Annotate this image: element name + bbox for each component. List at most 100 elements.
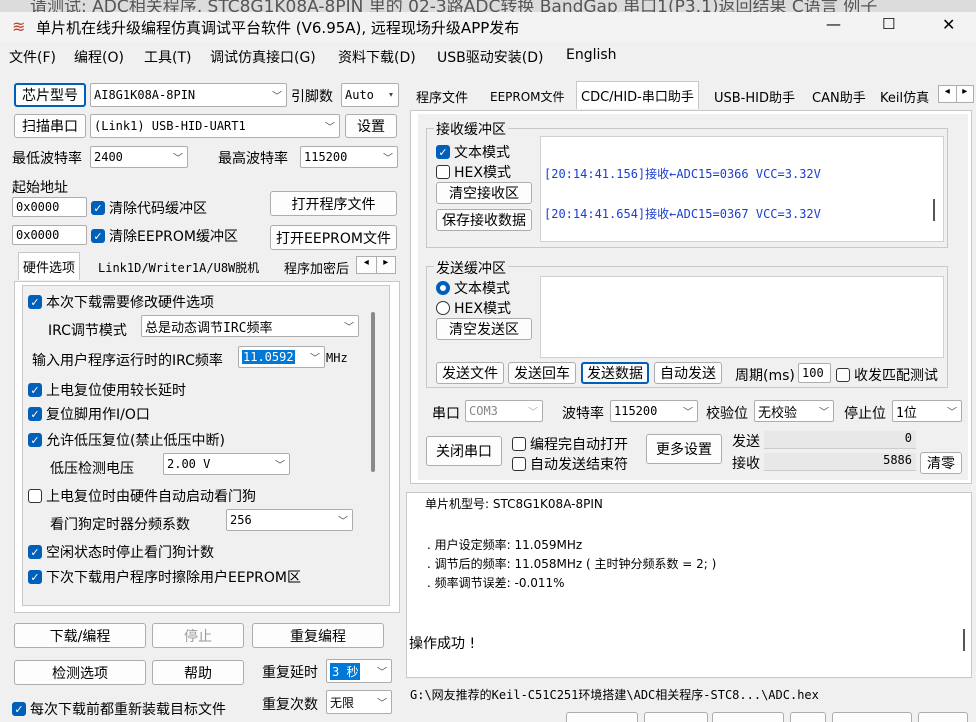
auto-send-button[interactable]: 自动发送 xyxy=(654,362,722,384)
tab-scroll-buttons[interactable]: ◂ ▸ xyxy=(356,256,396,274)
menu-debug[interactable]: 调试仿真接口(G) xyxy=(210,47,316,67)
wdt-div-select[interactable]: 256 ﹀ xyxy=(226,509,353,531)
help-button[interactable]: 帮助 xyxy=(152,660,244,685)
irc-freq-label: 输入用户程序运行时的IRC频率 xyxy=(32,353,223,369)
chevron-right-icon[interactable]: ▸ xyxy=(957,86,974,102)
receive-textarea[interactable]: [20:14:41.156]接收←ADC15=0366 VCC=3.32V [2… xyxy=(540,136,944,242)
baud-select[interactable]: 115200 ﹀ xyxy=(610,400,698,422)
more-settings-button[interactable]: 更多设置 xyxy=(646,434,722,464)
tab-hardware-options[interactable]: 硬件选项 xyxy=(18,252,81,280)
idle-wdt-checkbox[interactable]: ✓ 空闲状态时停止看门狗计数 xyxy=(28,542,214,562)
scrollbar-thumb[interactable] xyxy=(371,312,375,472)
send-hex-mode-radio[interactable]: HEX模式 xyxy=(436,298,511,318)
match-test-checkbox[interactable]: 收发匹配测试 xyxy=(836,365,938,385)
recv-hex-mode-checkbox[interactable]: HEX模式 xyxy=(436,162,511,182)
parity-value: 无校验 xyxy=(758,405,798,421)
parity-select[interactable]: 无校验 ﹀ xyxy=(754,400,834,422)
log-output[interactable]: 单片机型号: STC8G1K08A-8PIN . 用户设定频率: 11.059M… xyxy=(406,492,972,678)
chevron-down-icon: ﹀ xyxy=(377,698,387,710)
clear-send-button[interactable]: 清空发送区 xyxy=(436,318,532,340)
eeprom-address-value: 0x0000 xyxy=(16,228,60,242)
code-address-input[interactable]: 0x0000 xyxy=(12,197,87,217)
partial-button[interactable] xyxy=(566,712,638,722)
lvr-checkbox[interactable]: ✓ 允许低压复位(禁止低压中断) xyxy=(28,430,225,450)
irc-mode-select[interactable]: 总是动态调节IRC频率 ﹀ xyxy=(141,315,359,337)
send-data-button[interactable]: 发送数据 xyxy=(581,362,649,384)
reset-io-checkbox[interactable]: ✓ 复位脚用作I/O口 xyxy=(28,404,150,424)
power-delay-checkbox[interactable]: ✓ 上电复位使用较长延时 xyxy=(28,380,186,400)
pin-count-select[interactable]: Auto ▾ xyxy=(341,83,399,107)
settings-button[interactable]: 设置 xyxy=(345,114,397,138)
erase-eeprom-checkbox[interactable]: ✓ 下次下载用户程序时擦除用户EEPROM区 xyxy=(28,567,301,587)
tab-offline[interactable]: Link1D/Writer1A/U8W脱机 xyxy=(94,254,263,280)
menu-usb-driver[interactable]: USB驱动安装(D) xyxy=(437,47,543,67)
eeprom-address-input[interactable]: 0x0000 xyxy=(12,225,87,245)
modify-hw-checkbox[interactable]: ✓ 本次下载需要修改硬件选项 xyxy=(28,292,214,312)
port-select[interactable]: (Link1) USB-HID-UART1 ﹀ xyxy=(90,114,340,138)
save-receive-button[interactable]: 保存接收数据 xyxy=(436,209,532,231)
open-eeprom-button[interactable]: 打开EEPROM文件 xyxy=(270,225,397,250)
repeat-delay-select[interactable]: 3 秒 ﹀ xyxy=(326,659,392,683)
reload-each-checkbox[interactable]: ✓ 每次下载前都重新装载目标文件 xyxy=(12,699,226,719)
tab-can[interactable]: CAN助手 xyxy=(808,83,870,109)
lvd-select[interactable]: 2.00 V ﹀ xyxy=(163,453,290,475)
tab-serial-assistant[interactable]: CDC/HID-串口助手 xyxy=(576,81,699,109)
clear-count-button[interactable]: 清零 xyxy=(920,452,962,474)
partial-button[interactable] xyxy=(790,712,826,722)
auto-open-checkbox[interactable]: 编程完自动打开 xyxy=(512,434,628,454)
menu-file[interactable]: 文件(F) xyxy=(9,47,56,67)
partial-button[interactable] xyxy=(832,712,912,722)
tab-eeprom-file[interactable]: EEPROM文件 xyxy=(486,83,569,109)
chip-model-button[interactable]: 芯片型号 xyxy=(14,83,86,107)
clear-receive-button[interactable]: 清空接收区 xyxy=(436,182,532,204)
clear-eeprom-checkbox[interactable]: ✓ 清除EEPROM缓冲区 xyxy=(91,226,238,246)
open-program-button[interactable]: 打开程序文件 xyxy=(270,191,397,216)
partial-button[interactable] xyxy=(712,712,784,722)
chevron-left-icon[interactable]: ◂ xyxy=(939,86,957,102)
lvd-label: 低压检测电压 xyxy=(50,461,134,477)
stop-bits-label: 停止位 xyxy=(844,406,886,422)
recv-text-mode-checkbox[interactable]: ✓ 文本模式 xyxy=(436,142,510,162)
period-input[interactable]: 100 xyxy=(798,363,831,383)
tab-usb-hid[interactable]: USB-HID助手 xyxy=(710,83,799,109)
chip-model-select[interactable]: AI8G1K08A-8PIN ﹀ xyxy=(90,83,287,107)
maximize-button[interactable]: ☐ xyxy=(882,15,895,33)
close-port-button[interactable]: 关闭串口 xyxy=(426,436,502,466)
baud-value: 115200 xyxy=(614,404,658,418)
menu-english[interactable]: English xyxy=(566,47,617,63)
port-com-select[interactable]: COM3 ﹀ xyxy=(465,400,543,422)
repeat-count-select[interactable]: 无限 ﹀ xyxy=(326,690,392,714)
send-cr-button[interactable]: 发送回车 xyxy=(508,362,576,384)
stop-bits-select[interactable]: 1位 ﹀ xyxy=(892,400,962,422)
menu-downloads[interactable]: 资料下载(D) xyxy=(338,47,416,67)
tab-encryption[interactable]: 程序加密后 xyxy=(280,254,353,280)
check-options-button[interactable]: 检测选项 xyxy=(14,660,146,685)
menu-tools[interactable]: 工具(T) xyxy=(144,47,191,67)
clear-code-checkbox[interactable]: ✓ 清除代码缓冲区 xyxy=(91,198,207,218)
wdt-auto-checkbox[interactable]: 上电复位时由硬件自动启动看门狗 xyxy=(28,486,256,506)
tab-keil[interactable]: Keil仿真 xyxy=(876,83,940,109)
stop-button[interactable]: 停止 xyxy=(152,623,244,648)
irc-freq-select[interactable]: 11.0592 ﹀ xyxy=(238,346,325,368)
download-program-button[interactable]: 下载/编程 xyxy=(14,623,146,648)
tab-scroll-buttons[interactable]: ◂ ▸ xyxy=(938,85,974,103)
chevron-right-icon[interactable]: ▸ xyxy=(377,257,396,273)
auto-send-end-checkbox[interactable]: 自动发送结束符 xyxy=(512,454,628,474)
tab-program-file[interactable]: 程序文件 xyxy=(412,83,472,109)
send-text-mode-radio[interactable]: 文本模式 xyxy=(436,278,510,298)
repeat-program-button[interactable]: 重复编程 xyxy=(252,623,384,648)
minimize-button[interactable]: — xyxy=(826,15,841,33)
scrollbar-thumb[interactable] xyxy=(963,629,965,651)
receive-group-label: 接收缓冲区 xyxy=(434,119,508,139)
min-baud-select[interactable]: 2400 ﹀ xyxy=(90,146,188,168)
scrollbar-thumb[interactable] xyxy=(933,199,935,221)
chevron-left-icon[interactable]: ◂ xyxy=(357,257,377,273)
close-button[interactable]: ✕ xyxy=(942,15,955,34)
partial-button[interactable] xyxy=(918,712,968,722)
scan-port-button[interactable]: 扫描串口 xyxy=(14,114,86,138)
max-baud-select[interactable]: 115200 ﹀ xyxy=(300,146,398,168)
menu-program[interactable]: 编程(O) xyxy=(74,47,124,67)
send-file-button[interactable]: 发送文件 xyxy=(436,362,504,384)
send-textarea[interactable] xyxy=(540,276,944,358)
partial-button[interactable] xyxy=(644,712,708,722)
